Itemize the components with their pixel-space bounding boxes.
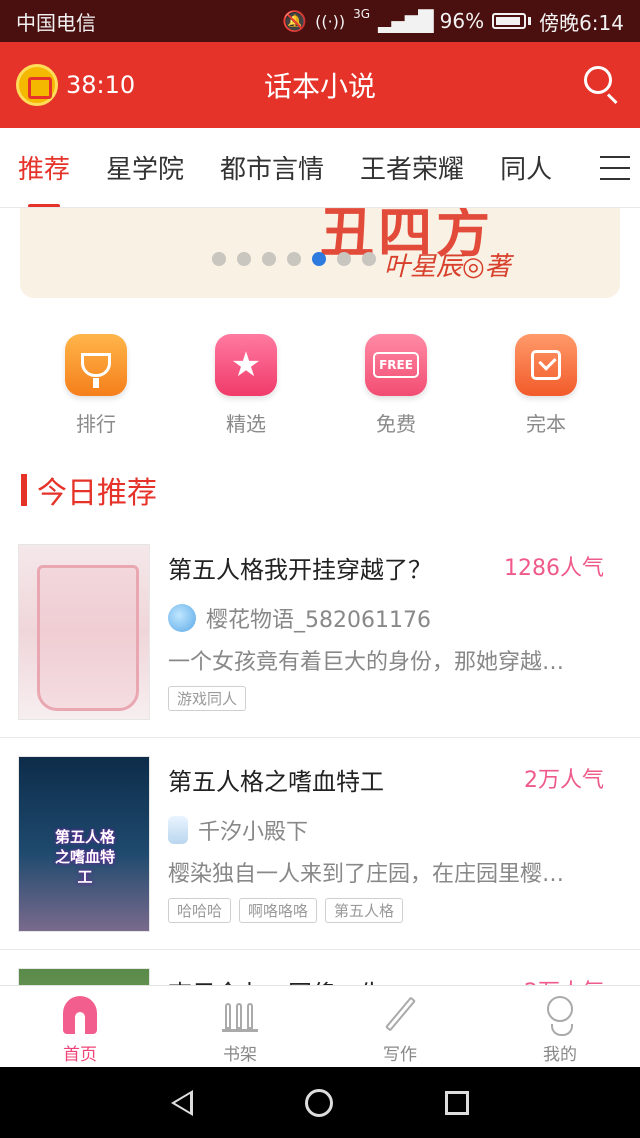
entry-label: 免费 [376,412,416,436]
nav-label: 书架 [223,1045,257,1065]
tab-urban-romance[interactable]: 都市言情 [220,149,324,186]
section-title: 今日推荐 [37,476,157,511]
recent-apps-icon[interactable] [445,1090,469,1115]
book-tag[interactable]: 游戏同人 [168,686,247,711]
author-avatar [168,604,196,632]
carrier-name: 中国电信 [16,10,96,35]
timer-value: 38:10 [66,71,136,99]
nav-label: 写作 [383,1045,417,1065]
check-icon [515,334,577,396]
wifi-icon: ((·)) [315,11,346,31]
book-title: 李目今九一同侈一失 [168,974,384,985]
carousel-dot[interactable] [237,252,251,266]
book-author: 千汐小殿下 [168,814,308,846]
author-avatar [168,816,188,844]
entry-label: 排行 [76,412,116,436]
reading-timer[interactable]: 38:10 [16,64,135,106]
back-icon[interactable] [171,1089,193,1116]
entry-label: 精选 [226,412,266,436]
book-author: 樱花物语_582061176 [168,602,431,634]
entry-completed[interactable]: 完本 [471,334,621,444]
system-nav-bar [0,1067,640,1138]
carousel-dot[interactable] [337,252,351,266]
search-button[interactable] [580,63,624,107]
tab-fanfic[interactable]: 同人 [500,149,552,186]
book-item[interactable]: 李目今九一同侈一失 2万人气 [0,950,640,985]
battery-percent: 96% [439,9,485,33]
carousel-dot[interactable] [212,252,226,266]
book-item[interactable]: 第五人格之嗜血特工 第五人格之嗜血特工 2万人气 千汐小殿下 樱染独自一人来到了… [0,738,640,950]
book-item[interactable]: 第五人格我开挂穿越了？ 1286人气 樱花物语_582061176 一个女孩竟有… [0,526,640,738]
book-title: 第五人格我开挂穿越了？ [168,556,432,584]
nav-home[interactable]: 首页 [0,986,160,1067]
alarm-clock-icon [16,64,58,106]
book-tag[interactable]: 第五人格 [325,898,404,923]
nav-label: 首页 [63,1045,97,1065]
nav-profile[interactable]: 我的 [480,986,640,1067]
book-popularity: 2万人气 [524,768,604,793]
book-tags: 哈哈哈 啊咯咯咯 第五人格 [168,898,404,923]
book-description: 樱染独自一人来到了庄园，在庄园里樱… [168,862,565,887]
banner-author: 叶星辰◎著 [384,252,511,282]
section-accent-bar [21,474,27,506]
entry-rank[interactable]: 排行 [21,334,171,444]
status-indicators: 🔕 ((·)) 3G ▂▄▆█ 96% 傍晚6:14 [282,7,624,36]
nav-write[interactable]: 写作 [320,986,480,1067]
book-tag[interactable]: 啊咯咯咯 [239,898,318,923]
home-circle-icon[interactable] [305,1088,333,1117]
free-sign-icon: FREE [365,334,427,396]
menu-icon[interactable] [600,156,630,180]
search-icon [584,66,612,94]
bookshelf-icon [220,994,260,1036]
book-cover [18,544,150,720]
battery-tip [528,17,532,25]
bottom-nav: 首页 书架 写作 我的 [0,985,640,1067]
book-tags: 游戏同人 [168,686,247,711]
author-name: 樱花物语_582061176 [206,608,431,633]
book-title: 第五人格之嗜血特工 [168,768,384,796]
book-description: 一个女孩竟有着巨大的身份，那她穿越… [168,650,565,675]
home-icon [60,994,100,1036]
search-icon-handle [606,93,618,105]
banner-carousel[interactable]: 丑四方 叶星辰◎著 [20,208,620,298]
category-tabs: 推荐 星学院 都市言情 王者荣耀 同人 [0,128,640,208]
entry-free[interactable]: FREE 免费 [321,334,471,444]
tab-honor-of-kings[interactable]: 王者荣耀 [360,149,464,186]
clock: 傍晚6:14 [539,10,624,35]
author-name: 千汐小殿下 [198,820,309,845]
star-icon: ★ [215,334,277,396]
carousel-dot[interactable] [362,252,376,266]
signal-icon: ▂▄▆█ [378,9,434,33]
book-tag[interactable]: 哈哈哈 [168,898,232,923]
carousel-dot[interactable] [262,252,276,266]
profile-icon [540,994,580,1036]
status-bar: 中国电信 🔕 ((·)) 3G ▂▄▆█ 96% 傍晚6:14 [0,0,640,42]
carousel-dot-active[interactable] [312,252,326,266]
tab-star-academy[interactable]: 星学院 [106,149,184,186]
quick-entries: 排行 ★ 精选 FREE 免费 完本 [0,334,640,444]
cover-title: 第五人格之嗜血特工 [54,828,115,886]
app-header: 38:10 话本小说 [0,42,640,128]
carousel-dot[interactable] [287,252,301,266]
book-popularity: 1286人气 [504,556,604,581]
mute-icon: 🔕 [282,9,308,33]
entry-label: 完本 [526,412,566,436]
trophy-icon [65,334,127,396]
battery-icon [492,13,527,29]
network-type: 3G [353,6,371,21]
book-cover [18,968,150,985]
book-cover: 第五人格之嗜血特工 [18,756,150,932]
pen-icon [380,994,420,1036]
carousel-dots [212,252,376,266]
entry-selected[interactable]: ★ 精选 [171,334,321,444]
book-popularity: 2万人气 [524,974,604,985]
tab-recommend[interactable]: 推荐 [18,149,70,207]
nav-label: 我的 [543,1045,577,1065]
nav-bookshelf[interactable]: 书架 [160,986,320,1067]
section-header: 今日推荐 [21,468,157,512]
